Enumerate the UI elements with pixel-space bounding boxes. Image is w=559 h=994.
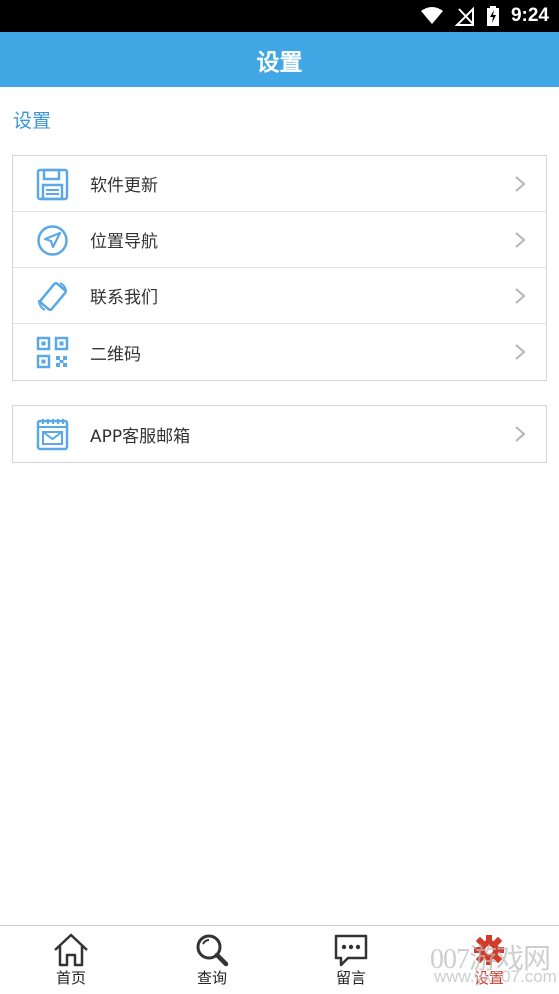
mail-icon — [36, 419, 69, 451]
chevron-right-icon — [515, 176, 526, 192]
tab-search[interactable]: 查询 — [162, 926, 262, 994]
list-item-qr-code[interactable]: 二维码 — [13, 324, 546, 380]
list-item-label: 软件更新 — [90, 176, 158, 196]
tab-label: 查询 — [196, 969, 227, 987]
page-title: 设置 — [256, 49, 303, 76]
search-icon — [196, 934, 229, 967]
settings-group: 软件更新 位置导航 联系我们 二维码 — [12, 155, 547, 381]
list-item-label: 位置导航 — [90, 232, 158, 252]
chevron-right-icon — [515, 344, 526, 360]
phone-icon — [38, 281, 67, 312]
status-time: 9:24 — [510, 5, 549, 26]
no-signal-icon — [454, 6, 474, 26]
navigation-icon — [37, 225, 68, 256]
battery-charging-icon — [486, 6, 499, 26]
list-item-app-email[interactable]: APP客服邮箱 — [13, 406, 546, 462]
status-icons: 9:24 — [420, 0, 549, 32]
tab-message[interactable]: 留言 — [301, 926, 401, 994]
list-item-navigation[interactable]: 位置导航 — [13, 212, 546, 268]
list-item-software-update[interactable]: 软件更新 — [13, 156, 546, 212]
section-title: 设置 — [13, 110, 52, 132]
qr-code-icon — [36, 336, 69, 369]
title-bar: 设置 — [0, 32, 559, 87]
watermark-url: www.yx007.com — [434, 967, 557, 986]
chevron-right-icon — [515, 232, 526, 248]
message-icon — [334, 934, 368, 967]
tab-label: 首页 — [55, 969, 86, 987]
settings-group: APP客服邮箱 — [12, 405, 547, 463]
status-bar: 9:24 — [0, 0, 559, 32]
list-item-label: 联系我们 — [90, 288, 158, 308]
wifi-icon — [420, 7, 443, 24]
tab-home[interactable]: 首页 — [21, 926, 121, 994]
floppy-disk-icon — [36, 168, 69, 201]
list-item-label: APP客服邮箱 — [90, 426, 191, 447]
home-icon — [54, 933, 88, 967]
list-item-contact-us[interactable]: 联系我们 — [13, 268, 546, 324]
tab-label: 留言 — [335, 969, 366, 987]
chevron-right-icon — [515, 426, 526, 442]
chevron-right-icon — [515, 288, 526, 304]
list-item-label: 二维码 — [90, 344, 141, 365]
